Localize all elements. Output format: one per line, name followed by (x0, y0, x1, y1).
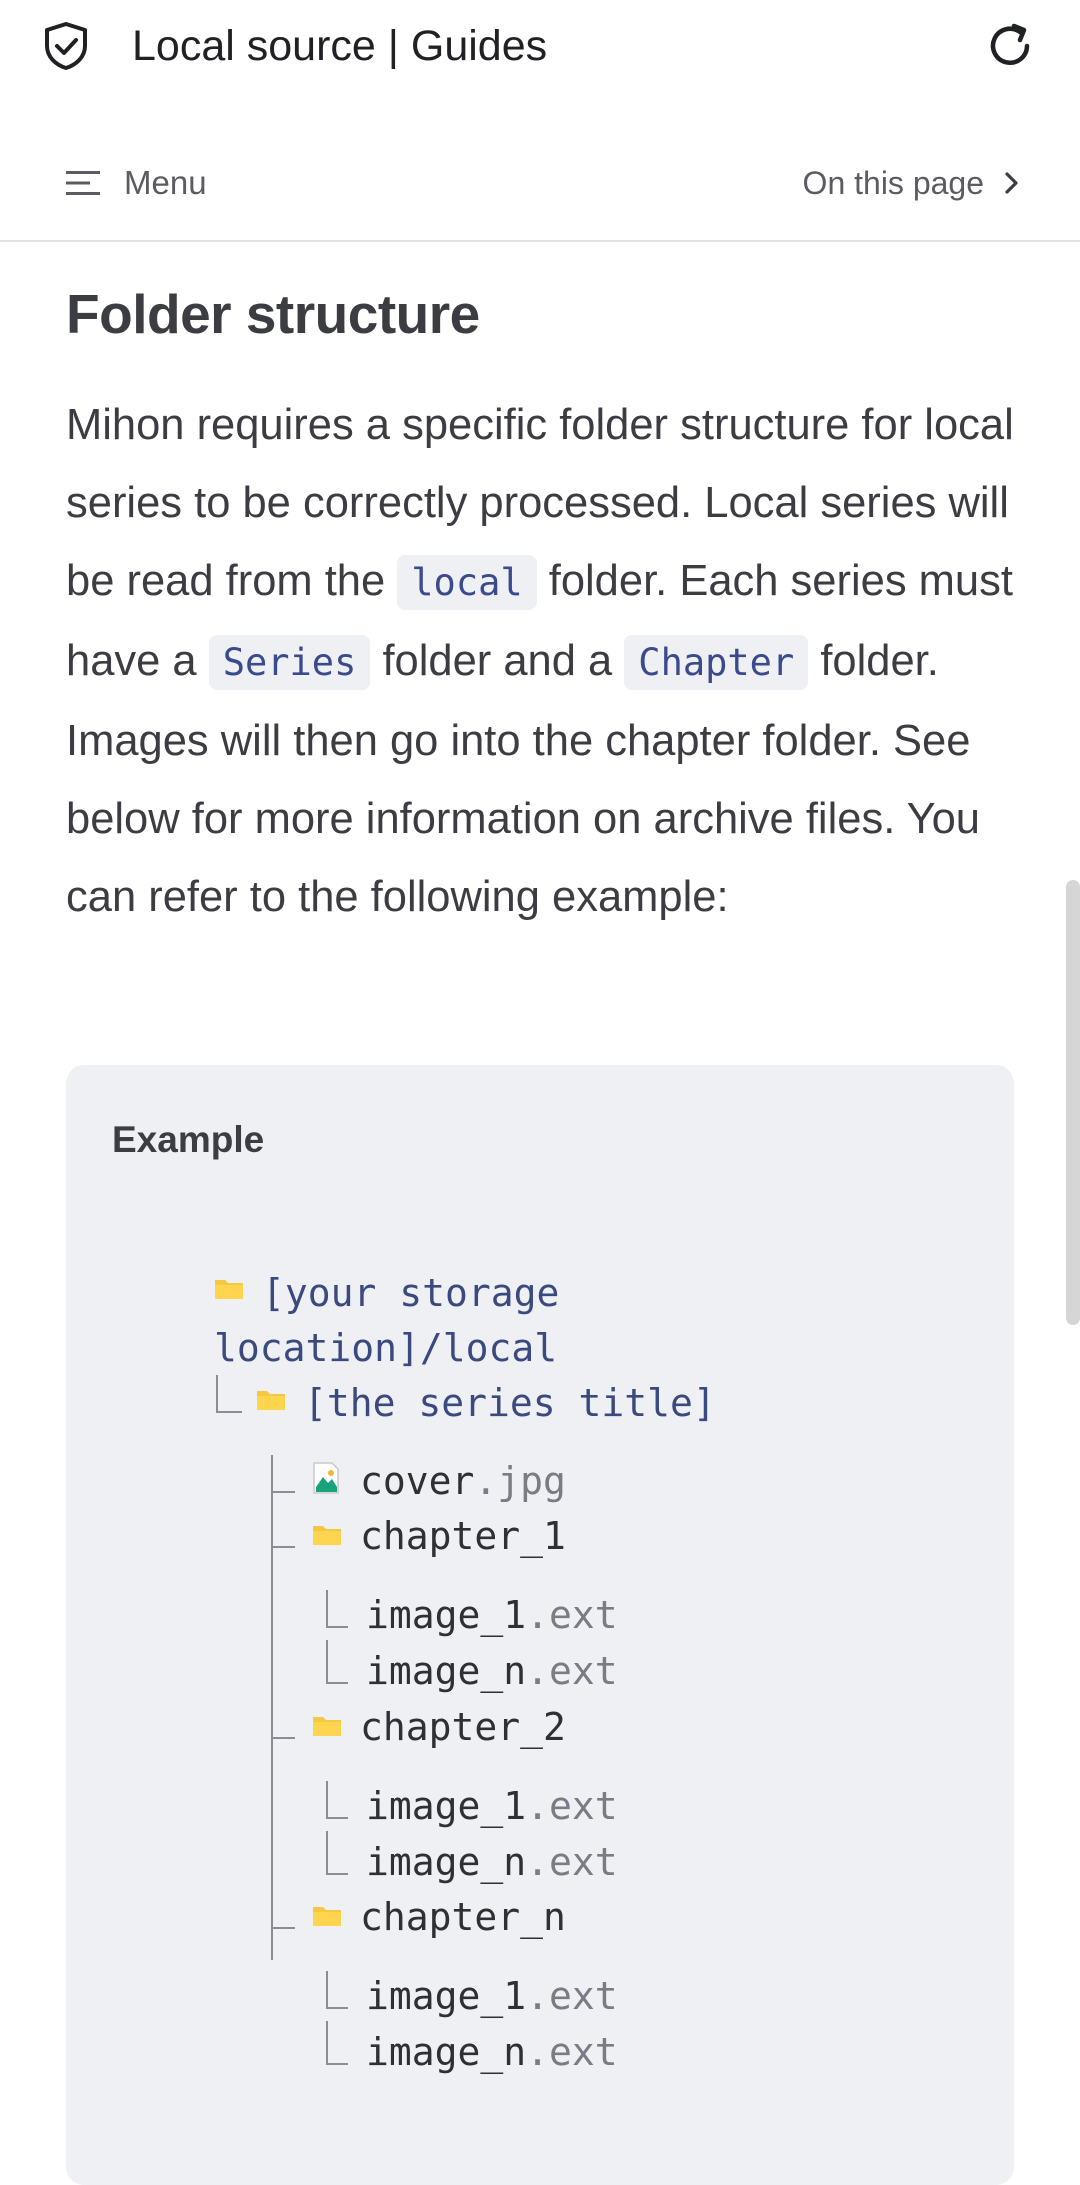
folder-tree: [your storage location]/local [the serie… (66, 1065, 1014, 2185)
file-name: image_n (366, 1840, 527, 1884)
doc-content: Folder structure Mihon requires a specif… (66, 242, 1016, 936)
tree-connector (326, 2021, 348, 2065)
example-container: Example [your storage location]/local [t… (66, 1065, 1014, 2185)
section-paragraph: Mihon requires a specific folder structu… (66, 386, 1016, 936)
tree-file: image_1.ext (366, 1781, 618, 1831)
browser-toolbar: Local source | Guides (0, 0, 1080, 92)
docs-navbar: Menu On this page (0, 134, 1080, 242)
section-heading: Folder structure (66, 283, 480, 345)
tree-root-line-1: [your storage (262, 1271, 560, 1315)
file-name: image_n (366, 2030, 527, 2074)
file-ext: .ext (526, 1840, 618, 1884)
on-this-page-label: On this page (802, 164, 984, 201)
tree-connector (271, 1510, 295, 1548)
folder-icon (313, 1907, 341, 1926)
reload-icon[interactable] (984, 20, 1036, 72)
tree-connector (326, 1640, 348, 1684)
file-ext: .ext (526, 1649, 618, 1693)
jpg-image-icon (313, 1462, 339, 1494)
tree-connector (216, 1375, 242, 1413)
file-name: cover (360, 1459, 475, 1503)
folder-icon (313, 1717, 341, 1736)
tree-file: image_n.ext (366, 1646, 618, 1696)
tree-connector (326, 1831, 348, 1875)
shield-check-icon[interactable] (40, 20, 92, 72)
tree-connector (326, 1590, 348, 1628)
file-name: image_1 (366, 1593, 527, 1637)
tree-file: image_1.ext (366, 1971, 618, 2021)
tree-file-cover: cover.jpg (360, 1456, 566, 1506)
file-ext: .ext (526, 1784, 618, 1828)
tree-file: image_n.ext (366, 2027, 618, 2077)
page-title[interactable]: Local source | Guides (132, 18, 547, 74)
file-name: image_1 (366, 1784, 527, 1828)
file-name: image_1 (366, 1974, 527, 2018)
paragraph-text: folder and a (370, 637, 625, 685)
file-name: image_n (366, 1649, 527, 1693)
scrollbar-thumb[interactable] (1066, 880, 1080, 1325)
tree-connector (271, 1891, 295, 1929)
folder-icon (215, 1280, 243, 1299)
hamburger-icon (66, 171, 100, 195)
tree-folder-chapter-n: chapter_n (360, 1895, 566, 1939)
tree-root-line-2: location]/local (214, 1326, 558, 1370)
tree-connector (271, 1701, 295, 1739)
folder-icon (257, 1391, 285, 1410)
inline-code-chapter: Chapter (624, 635, 809, 690)
file-ext: .jpg (474, 1459, 566, 1503)
tree-connector (326, 1781, 348, 1819)
tree-folder-chapter-2: chapter_2 (360, 1705, 566, 1749)
on-this-page-button[interactable]: On this page (803, 154, 1022, 212)
chevron-right-icon (1005, 172, 1018, 194)
file-ext: .ext (526, 1593, 618, 1637)
file-ext: .ext (526, 1974, 618, 2018)
tree-connector (271, 1455, 295, 1493)
folder-icon (313, 1526, 341, 1545)
tree-folder-chapter-1: chapter_1 (360, 1514, 566, 1558)
file-ext: .ext (526, 2030, 618, 2074)
menu-button[interactable]: Menu (66, 154, 207, 212)
tree-connector (326, 1971, 348, 2009)
inline-code-local: local (397, 555, 537, 610)
menu-label: Menu (124, 164, 207, 201)
tree-series-folder: [the series title] (304, 1381, 716, 1425)
tree-file: image_1.ext (366, 1590, 618, 1640)
tree-file: image_n.ext (366, 1837, 618, 1887)
inline-code-series: Series (208, 635, 371, 690)
